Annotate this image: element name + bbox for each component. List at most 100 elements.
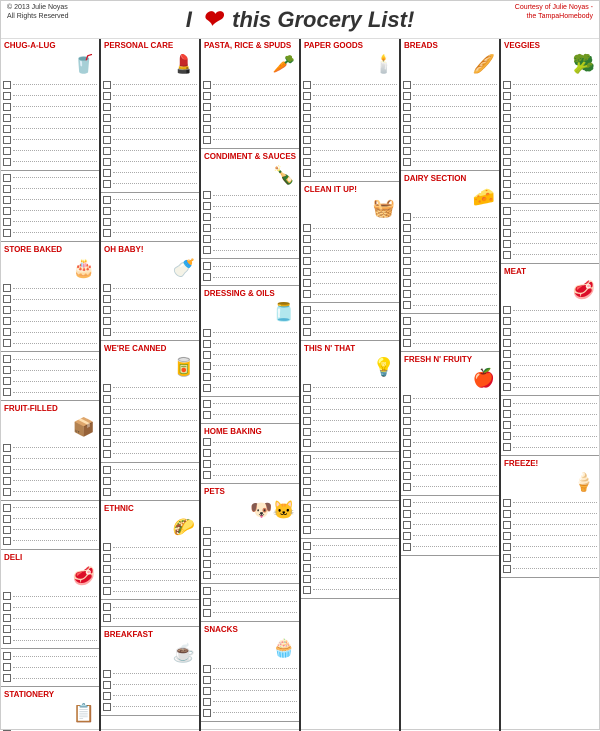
- checkbox[interactable]: [103, 114, 111, 122]
- checkbox[interactable]: [303, 515, 311, 523]
- checkbox[interactable]: [303, 384, 311, 392]
- checkbox[interactable]: [303, 488, 311, 496]
- checkbox[interactable]: [103, 81, 111, 89]
- checkbox[interactable]: [203, 538, 211, 546]
- checkbox[interactable]: [3, 488, 11, 496]
- checkbox[interactable]: [403, 450, 411, 458]
- checkbox[interactable]: [403, 461, 411, 469]
- checkbox[interactable]: [3, 81, 11, 89]
- checkbox[interactable]: [403, 328, 411, 336]
- checkbox[interactable]: [3, 477, 11, 485]
- checkbox[interactable]: [503, 81, 511, 89]
- checkbox[interactable]: [403, 439, 411, 447]
- checkbox[interactable]: [3, 284, 11, 292]
- checkbox[interactable]: [503, 328, 511, 336]
- checkbox[interactable]: [403, 532, 411, 540]
- checkbox[interactable]: [203, 676, 211, 684]
- checkbox[interactable]: [3, 377, 11, 385]
- checkbox[interactable]: [103, 703, 111, 711]
- checkbox[interactable]: [503, 229, 511, 237]
- checkbox[interactable]: [203, 373, 211, 381]
- checkbox[interactable]: [403, 428, 411, 436]
- checkbox[interactable]: [3, 328, 11, 336]
- checkbox[interactable]: [303, 586, 311, 594]
- checkbox[interactable]: [103, 284, 111, 292]
- checkbox[interactable]: [503, 443, 511, 451]
- checkbox[interactable]: [103, 158, 111, 166]
- checkbox[interactable]: [3, 444, 11, 452]
- checkbox[interactable]: [303, 103, 311, 111]
- checkbox[interactable]: [503, 554, 511, 562]
- checkbox[interactable]: [403, 224, 411, 232]
- checkbox[interactable]: [403, 483, 411, 491]
- checkbox[interactable]: [103, 576, 111, 584]
- checkbox[interactable]: [403, 136, 411, 144]
- checkbox[interactable]: [403, 510, 411, 518]
- checkbox[interactable]: [3, 652, 11, 660]
- checkbox[interactable]: [203, 92, 211, 100]
- checkbox[interactable]: [103, 384, 111, 392]
- checkbox[interactable]: [3, 526, 11, 534]
- checkbox[interactable]: [303, 542, 311, 550]
- checkbox[interactable]: [303, 477, 311, 485]
- checkbox[interactable]: [503, 317, 511, 325]
- checkbox[interactable]: [203, 81, 211, 89]
- checkbox[interactable]: [503, 565, 511, 573]
- checkbox[interactable]: [103, 218, 111, 226]
- checkbox[interactable]: [103, 196, 111, 204]
- checkbox[interactable]: [3, 455, 11, 463]
- checkbox[interactable]: [3, 663, 11, 671]
- checkbox[interactable]: [403, 81, 411, 89]
- checkbox[interactable]: [203, 609, 211, 617]
- checkbox[interactable]: [103, 466, 111, 474]
- checkbox[interactable]: [503, 499, 511, 507]
- checkbox[interactable]: [3, 185, 11, 193]
- checkbox[interactable]: [3, 103, 11, 111]
- checkbox[interactable]: [503, 410, 511, 418]
- checkbox[interactable]: [403, 406, 411, 414]
- checkbox[interactable]: [3, 229, 11, 237]
- checkbox[interactable]: [203, 235, 211, 243]
- checkbox[interactable]: [303, 575, 311, 583]
- checkbox[interactable]: [103, 306, 111, 314]
- checkbox[interactable]: [103, 136, 111, 144]
- checkbox[interactable]: [403, 246, 411, 254]
- checkbox[interactable]: [503, 125, 511, 133]
- checkbox[interactable]: [303, 224, 311, 232]
- checkbox[interactable]: [103, 395, 111, 403]
- checkbox[interactable]: [3, 218, 11, 226]
- checkbox[interactable]: [103, 543, 111, 551]
- checkbox[interactable]: [503, 350, 511, 358]
- checkbox[interactable]: [403, 290, 411, 298]
- checkbox[interactable]: [303, 136, 311, 144]
- checkbox[interactable]: [303, 235, 311, 243]
- checkbox[interactable]: [403, 125, 411, 133]
- checkbox[interactable]: [103, 125, 111, 133]
- checkbox[interactable]: [3, 207, 11, 215]
- checkbox[interactable]: [103, 169, 111, 177]
- checkbox[interactable]: [203, 665, 211, 673]
- checkbox[interactable]: [203, 400, 211, 408]
- checkbox[interactable]: [503, 543, 511, 551]
- checkbox[interactable]: [303, 504, 311, 512]
- checkbox[interactable]: [3, 592, 11, 600]
- checkbox[interactable]: [203, 362, 211, 370]
- checkbox[interactable]: [303, 125, 311, 133]
- checkbox[interactable]: [403, 268, 411, 276]
- checkbox[interactable]: [3, 125, 11, 133]
- checkbox[interactable]: [303, 455, 311, 463]
- checkbox[interactable]: [303, 257, 311, 265]
- checkbox[interactable]: [403, 279, 411, 287]
- checkbox[interactable]: [403, 235, 411, 243]
- checkbox[interactable]: [203, 560, 211, 568]
- checkbox[interactable]: [103, 439, 111, 447]
- checkbox[interactable]: [303, 439, 311, 447]
- checkbox[interactable]: [103, 406, 111, 414]
- checkbox[interactable]: [203, 709, 211, 717]
- checkbox[interactable]: [103, 417, 111, 425]
- checkbox[interactable]: [203, 202, 211, 210]
- checkbox[interactable]: [3, 603, 11, 611]
- checkbox[interactable]: [3, 339, 11, 347]
- checkbox[interactable]: [403, 472, 411, 480]
- checkbox[interactable]: [3, 114, 11, 122]
